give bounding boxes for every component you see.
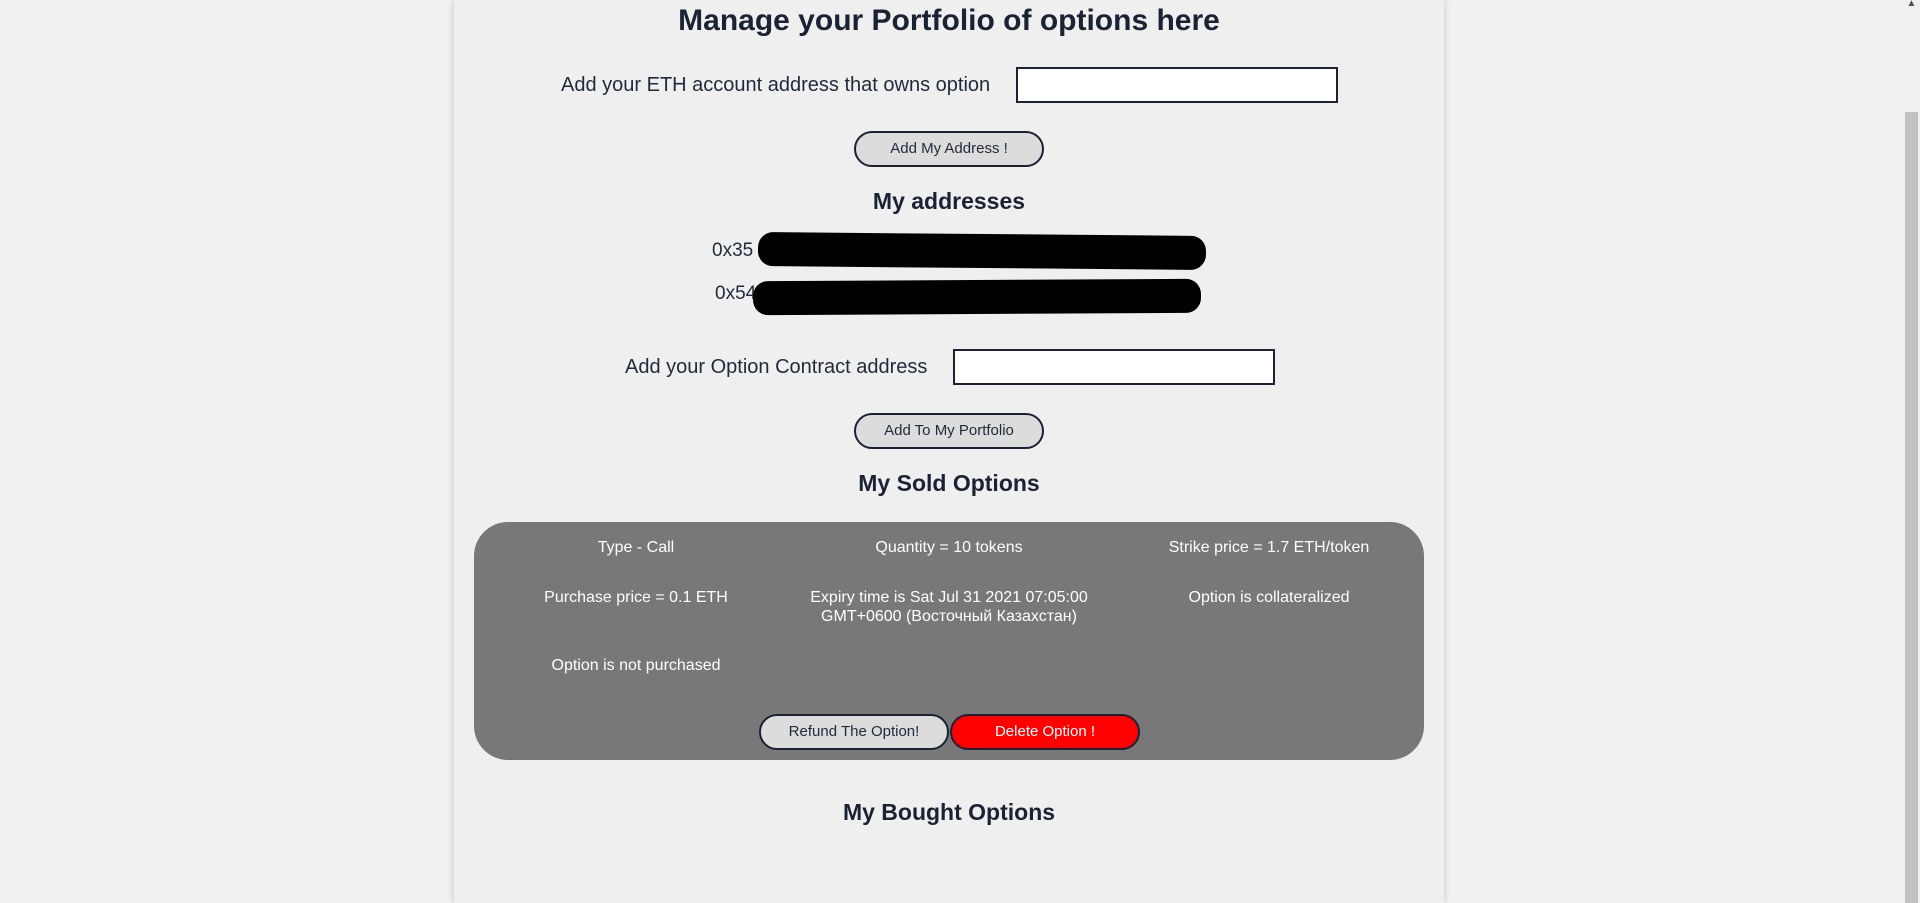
option-contract-input[interactable] — [953, 349, 1275, 385]
scrollbar[interactable]: ▲ — [1903, 0, 1920, 903]
add-to-portfolio-button[interactable]: Add To My Portfolio — [854, 413, 1044, 449]
option-type: Type - Call — [597, 539, 675, 556]
addresses-title: My addresses — [872, 188, 1026, 214]
scrollbar-thumb[interactable] — [1905, 112, 1918, 903]
sold-option-card: Type - Call Quantity = 10 tokens Strike … — [474, 522, 1424, 760]
add-address-button[interactable]: Add My Address ! — [854, 131, 1044, 167]
address-item: 0x54 — [715, 283, 757, 304]
page-title: Manage your Portfolio of options here — [678, 4, 1220, 37]
option-contract-label: Add your Option Contract address — [625, 356, 928, 378]
sold-options-title: My Sold Options — [858, 470, 1040, 496]
page: Manage your Portfolio of options here Ad… — [0, 0, 1920, 903]
option-expiry-line1: Expiry time is Sat Jul 31 2021 07:05:00 — [810, 589, 1088, 606]
option-purchase-price: Purchase price = 0.1 ETH — [544, 589, 728, 606]
bought-options-title: My Bought Options — [842, 799, 1056, 825]
redaction-mark — [757, 232, 1207, 270]
eth-address-input[interactable] — [1016, 67, 1338, 103]
refund-option-button[interactable]: Refund The Option! — [759, 714, 949, 750]
option-expiry: Expiry time is Sat Jul 31 2021 07:05:00 … — [799, 588, 1099, 626]
scroll-up-arrow-icon[interactable]: ▲ — [1905, 0, 1918, 9]
portfolio-panel: Manage your Portfolio of options here Ad… — [454, 0, 1444, 903]
delete-option-button[interactable]: Delete Option ! — [950, 714, 1140, 750]
option-strike-price: Strike price = 1.7 ETH/token — [1168, 539, 1370, 556]
option-collateral-status: Option is collateralized — [1188, 589, 1350, 606]
address-item: 0x35 — [712, 240, 754, 261]
option-quantity: Quantity = 10 tokens — [875, 539, 1023, 556]
redaction-mark — [752, 278, 1202, 316]
eth-address-label: Add your ETH account address that owns o… — [561, 74, 991, 96]
option-purchase-status: Option is not purchased — [551, 657, 721, 674]
option-expiry-line2: GMT+0600 (Восточный Казахстан) — [821, 608, 1077, 625]
